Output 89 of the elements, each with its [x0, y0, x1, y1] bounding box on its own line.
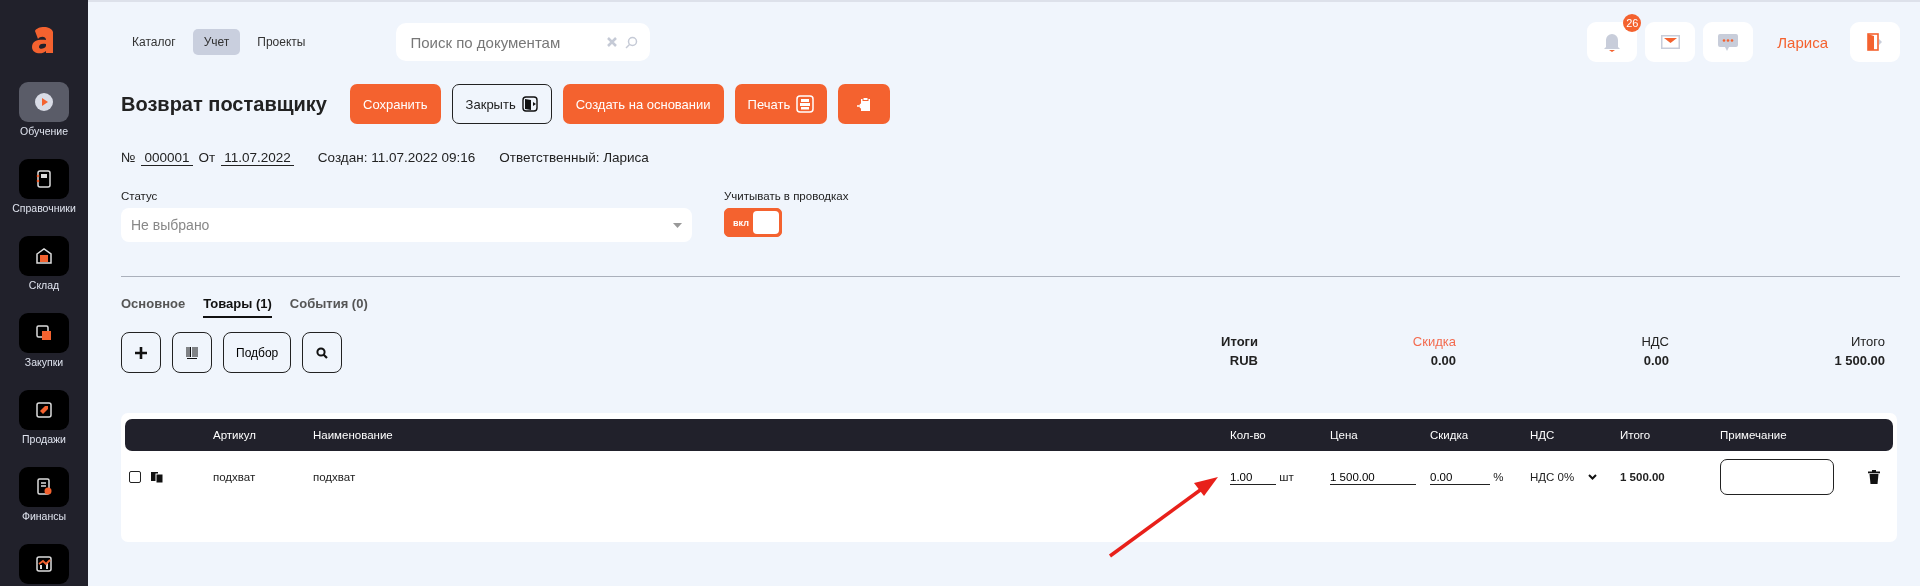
totals-value: RUB: [1229, 352, 1258, 370]
copy-icon[interactable]: [151, 471, 163, 483]
column-header: Скидка: [1430, 429, 1470, 441]
totals-value: 1 500.00: [1834, 352, 1885, 370]
plus-icon: [135, 346, 147, 359]
door-icon: [1867, 33, 1883, 51]
search-icon: [316, 346, 329, 359]
close-button[interactable]: Закрыть: [451, 84, 552, 124]
play-icon: [34, 92, 54, 112]
clipboard-button[interactable]: [838, 84, 891, 124]
column-header: Цена: [1330, 429, 1359, 441]
totals-label: Итоги: [1221, 333, 1258, 351]
warehouse-icon: [34, 246, 54, 266]
book-icon: [34, 169, 54, 189]
barcode-icon: [186, 346, 198, 359]
percent-text: %: [1493, 470, 1504, 483]
tab[interactable]: Основное: [121, 295, 186, 318]
clear-icon: [607, 37, 618, 47]
barcode-button[interactable]: [172, 332, 212, 373]
bell-icon: [1603, 31, 1622, 53]
picker-button[interactable]: Подбор: [223, 332, 292, 373]
price-field[interactable]: 1 500.00: [1330, 469, 1416, 485]
column-header: Примечание: [1720, 429, 1788, 441]
totals-label: НДС: [1641, 333, 1669, 351]
tab[interactable]: Товары (1): [203, 295, 272, 318]
column-header: НДС: [1530, 429, 1556, 441]
created-text: Создан: 11.07.2022 09:16: [317, 150, 476, 165]
nav-item[interactable]: Учет: [192, 29, 241, 55]
nav-item[interactable]: Каталог: [121, 29, 187, 55]
column-header: Артикул: [213, 429, 257, 441]
sidebar-item[interactable]: [19, 236, 69, 276]
chevron-icon[interactable]: [1588, 474, 1598, 480]
clipboard-icon: [857, 96, 872, 112]
number-label: №: [121, 150, 136, 165]
search-icon: [625, 35, 639, 49]
postings-label: Учитывать в проводках: [724, 190, 849, 202]
column-header: Кол-во: [1230, 429, 1267, 441]
vat-dropdown[interactable]: НДС 0%: [1530, 471, 1575, 483]
envelope-icon: [1660, 35, 1680, 49]
sidebar-item[interactable]: [19, 82, 69, 122]
sidebar-item[interactable]: [19, 390, 69, 430]
chart-icon: [34, 554, 54, 574]
nav-item[interactable]: Проекты: [246, 29, 317, 55]
tab[interactable]: События (0): [289, 295, 368, 318]
chat-icon: [1718, 33, 1739, 51]
sidebar-label: Обучение: [20, 125, 68, 137]
sidebar-item[interactable]: [19, 544, 69, 584]
sidebar-item[interactable]: [19, 467, 69, 507]
squares-icon: [34, 323, 54, 343]
sidebar-label: Продажи: [22, 433, 66, 445]
sidebar-label: Склад: [28, 279, 60, 291]
trash-icon[interactable]: [1868, 470, 1880, 484]
search-button[interactable]: [302, 332, 343, 373]
logout-button[interactable]: [1850, 22, 1900, 62]
sidebar-label: Финансы: [21, 510, 67, 522]
totals-value: 0.00: [1430, 352, 1456, 370]
number-field[interactable]: 000001: [141, 150, 193, 166]
date-label: От: [198, 150, 216, 165]
quantity-field[interactable]: 1.00: [1230, 469, 1276, 485]
page-title: Возврат поставщику: [121, 92, 327, 116]
sidebar-label: Закупки: [24, 356, 64, 368]
search-box[interactable]: Поиск по документам: [396, 23, 651, 61]
status-dropdown[interactable]: Не выбрано: [121, 208, 692, 242]
note-field[interactable]: [1720, 459, 1834, 495]
unit-text: шт: [1279, 470, 1294, 483]
column-header: Итого: [1620, 429, 1652, 441]
tag-icon: [34, 400, 54, 420]
search-field[interactable]: Поиск по документам: [408, 32, 600, 52]
total-cell-text: 1 500.00: [1620, 471, 1666, 483]
column-header: Наименование: [313, 429, 394, 441]
notification-count: 26: [1623, 14, 1642, 32]
name-cell-text: подхват: [313, 471, 357, 483]
article-cell-text: подхват: [213, 471, 257, 483]
printer-icon: [796, 95, 815, 113]
sidebar-item[interactable]: [19, 159, 69, 199]
add-button[interactable]: [121, 332, 161, 373]
totals-value: 0.00: [1643, 352, 1669, 370]
totals-label: Итого: [1850, 333, 1885, 351]
sidebar-label: Справочники: [12, 202, 76, 214]
date-field[interactable]: 11.07.2022: [221, 150, 294, 166]
totals-label: Скидка: [1412, 333, 1456, 351]
row-checkbox[interactable]: [129, 471, 141, 483]
responsible-text: Ответственный: Лариса: [499, 150, 649, 165]
caret-icon: [673, 222, 682, 228]
status-label: Статус: [121, 190, 159, 202]
discount-field[interactable]: 0.00: [1430, 469, 1490, 485]
sidebar-item[interactable]: [19, 313, 69, 353]
door-icon: [521, 96, 538, 112]
finance-icon: [34, 477, 54, 497]
